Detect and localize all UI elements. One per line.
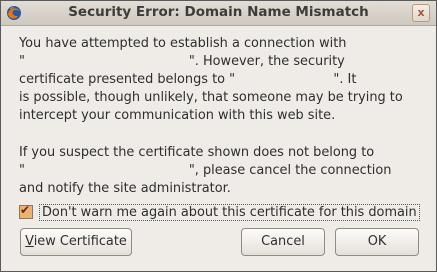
dont-warn-row[interactable]: Don't warn me again about this certifica… [19,203,420,221]
view-certificate-button[interactable]: View Certificate [20,228,132,256]
security-error-dialog: Security Error: Domain Name Mismatch x Y… [0,0,437,272]
cancel-label: Cancel [261,234,305,249]
view-certificate-mnemonic: V [25,234,34,249]
dont-warn-checkbox[interactable] [19,203,33,219]
title-bar[interactable]: Security Error: Domain Name Mismatch x [1,1,436,26]
message-paragraph-2: If you suspect the certificate shown doe… [19,145,392,196]
cancel-button[interactable]: Cancel [241,228,325,256]
dont-warn-label[interactable]: Don't warn me again about this certifica… [39,203,420,221]
ok-label: OK [367,234,387,249]
view-certificate-label: iew Certificate [33,234,127,249]
message-paragraph-1: You have attempted to establish a connec… [19,36,403,123]
close-button[interactable]: x [412,4,430,22]
close-icon: x [417,6,425,19]
message-body: You have attempted to establish a connec… [19,35,421,125]
ok-button[interactable]: OK [335,228,419,256]
dialog-title: Security Error: Domain Name Mismatch [68,4,369,20]
